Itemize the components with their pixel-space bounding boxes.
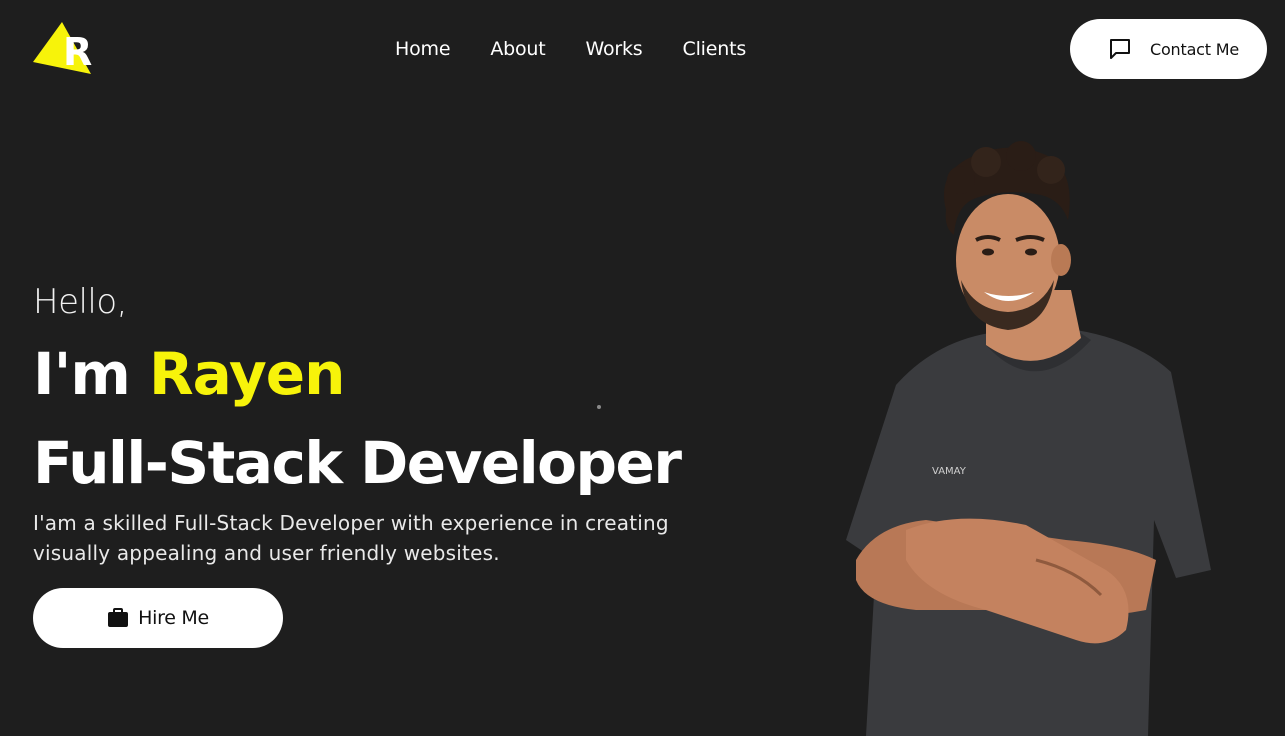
contact-button-label: Contact Me [1150, 39, 1239, 59]
nav-clients[interactable]: Clients [683, 36, 747, 62]
shirt-text: VAMAY [932, 466, 967, 477]
nav-home[interactable]: Home [395, 36, 451, 62]
hero-role: Full-Stack Developer [33, 429, 682, 497]
hire-me-label: Hire Me [138, 607, 209, 629]
decorative-dot [597, 405, 601, 409]
hero-name: Rayen [148, 340, 345, 408]
profile-photo: VAMAY [836, 140, 1226, 736]
hire-me-button[interactable]: Hire Me [33, 588, 283, 648]
greeting: Hello, [33, 282, 128, 322]
nav-about[interactable]: About [490, 36, 545, 62]
briefcase-icon [107, 608, 129, 628]
logo-letter: R [63, 30, 92, 74]
nav-works[interactable]: Works [586, 36, 643, 62]
portfolio-page: R Home About Works Clients Contact Me He… [0, 0, 1285, 736]
main-nav: Home About Works Clients [395, 36, 746, 62]
contact-button[interactable]: Contact Me [1070, 19, 1267, 79]
hero-description: I'am a skilled Full-Stack Developer with… [33, 511, 669, 565]
hero-name-line: I'm Rayen [33, 340, 345, 408]
name-prefix: I'm [33, 340, 149, 408]
logo[interactable]: R [33, 22, 95, 76]
message-square-icon [1108, 37, 1132, 61]
